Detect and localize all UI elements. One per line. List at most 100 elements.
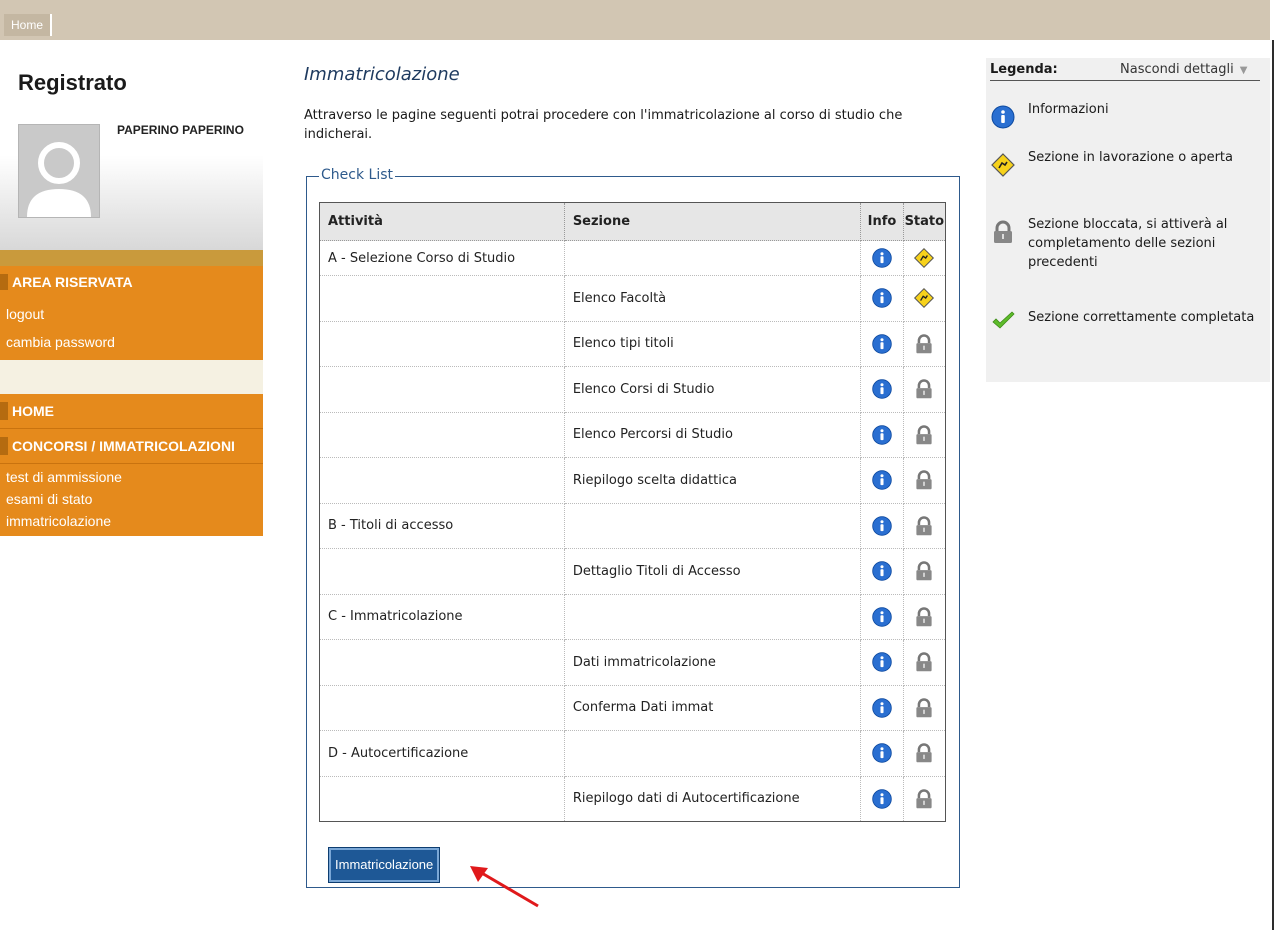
cell-attivita: [319, 639, 565, 686]
cell-attivita: [319, 275, 565, 322]
info-icon[interactable]: [860, 412, 904, 458]
cell-sezione: [564, 730, 862, 777]
cell-sezione: Elenco Facoltà: [564, 275, 862, 322]
legend-panel: Legenda: Nascondi dettagli ▼ Informazioni…: [986, 58, 1270, 382]
registered-title: Registrato: [18, 70, 127, 95]
legend-text-completed: Sezione correttamente completata: [1028, 310, 1255, 325]
cell-attivita: [319, 548, 565, 595]
table-row: C - Immatricolazione: [319, 594, 947, 640]
lock-icon: [903, 321, 947, 367]
header-info: Info: [860, 202, 904, 241]
cell-attivita: [319, 366, 565, 413]
table-row: D - Autocertificazione: [319, 730, 947, 777]
cell-attivita: [319, 776, 565, 822]
legend-text-in-progress: Sezione in lavorazione o aperta: [1028, 150, 1233, 165]
info-icon[interactable]: [860, 776, 904, 822]
lock-icon: [994, 220, 1012, 243]
info-icon[interactable]: [860, 240, 904, 276]
legend-item-locked: Sezione bloccata, si attiverà al complet…: [990, 215, 1260, 272]
user-box: Registrato PAPERINO PAPERINO: [0, 40, 263, 250]
cell-sezione: [564, 594, 862, 640]
hide-details-toggle[interactable]: Nascondi dettagli ▼: [1120, 62, 1247, 77]
checklist-fieldset: Check List Attività Sezione Info Stato A…: [306, 167, 960, 888]
legend-title: Legenda:: [990, 62, 1058, 77]
immatricolazione-link[interactable]: immatricolazione: [0, 510, 263, 532]
info-icon[interactable]: [860, 457, 904, 504]
cell-sezione: Riepilogo dati di Autocertificazione: [564, 776, 862, 822]
lock-icon: [903, 776, 947, 822]
table-row: A - Selezione Corso di Studio: [319, 240, 947, 276]
lock-icon: [903, 730, 947, 777]
cell-sezione: Elenco Corsi di Studio: [564, 366, 862, 413]
info-icon[interactable]: [860, 594, 904, 640]
info-icon[interactable]: [860, 503, 904, 549]
header-stato: Stato: [903, 202, 947, 241]
info-icon[interactable]: [860, 639, 904, 686]
info-icon[interactable]: [860, 321, 904, 367]
cell-sezione: Dati immatricolazione: [564, 639, 862, 686]
table-row: B - Titoli di accesso: [319, 503, 947, 549]
legend-item-info: Informazioni: [990, 100, 1260, 129]
info-icon[interactable]: [860, 366, 904, 413]
top-bar: Home: [0, 0, 1270, 40]
change-password-link[interactable]: cambia password: [0, 328, 263, 356]
logout-link[interactable]: logout: [0, 300, 263, 328]
lock-icon: [903, 366, 947, 413]
info-icon[interactable]: [860, 548, 904, 595]
cell-attivita: B - Titoli di accesso: [319, 503, 565, 549]
esami-stato-link[interactable]: esami di stato: [0, 488, 263, 510]
header-attivita: Attività: [319, 202, 565, 241]
avatar: [18, 124, 100, 218]
table-row: Conferma Dati immat: [319, 685, 947, 731]
cell-sezione: Conferma Dati immat: [564, 685, 862, 731]
in-progress-icon: [903, 275, 947, 322]
nav-concorsi-label: CONCORSI / IMMATRICOLAZIONI: [0, 437, 235, 455]
legend-item-completed: Sezione correttamente completata: [990, 308, 1260, 329]
immatricolazione-button[interactable]: Immatricolazione: [329, 848, 440, 882]
info-icon[interactable]: [860, 730, 904, 777]
test-ammissione-link[interactable]: test di ammissione: [0, 466, 263, 488]
table-row: Elenco Corsi di Studio: [319, 366, 947, 413]
checklist-table: Attività Sezione Info Stato A - Selezion…: [319, 202, 947, 822]
cell-attivita: C - Immatricolazione: [319, 594, 565, 640]
cell-attivita: A - Selezione Corso di Studio: [319, 240, 565, 276]
table-row: Riepilogo scelta didattica: [319, 457, 947, 504]
cell-attivita: [319, 321, 565, 367]
cell-attivita: D - Autocertificazione: [319, 730, 565, 777]
nav-home-label: HOME: [0, 402, 54, 420]
lock-icon: [903, 457, 947, 504]
page-right-border: [1272, 40, 1274, 930]
sidebar-divider: [0, 250, 263, 266]
table-row: Dettaglio Titoli di Accesso: [319, 548, 947, 595]
concorsi-sub-links: test di ammissione esami di stato immatr…: [0, 464, 263, 536]
table-row: Dati immatricolazione: [319, 639, 947, 686]
table-row: Riepilogo dati di Autocertificazione: [319, 776, 947, 822]
red-arrow-annotation: [470, 866, 539, 908]
cell-sezione: Dettaglio Titoli di Accesso: [564, 548, 862, 595]
lock-icon: [903, 503, 947, 549]
cell-attivita: [319, 457, 565, 504]
lock-icon: [903, 594, 947, 640]
lock-icon: [903, 685, 947, 731]
info-icon[interactable]: [860, 685, 904, 731]
info-icon[interactable]: [860, 275, 904, 322]
legend-divider: [990, 80, 1260, 81]
lock-icon: [903, 548, 947, 595]
lock-icon: [903, 412, 947, 458]
cell-sezione: Elenco tipi titoli: [564, 321, 862, 367]
check-icon: [992, 311, 1015, 329]
in-progress-icon: [903, 240, 947, 276]
hide-details-label: Nascondi dettagli: [1120, 62, 1234, 77]
area-riservata-header: AREA RISERVATA: [0, 266, 263, 298]
nav-concorsi[interactable]: CONCORSI / IMMATRICOLAZIONI: [0, 429, 263, 464]
cell-attivita: [319, 685, 565, 731]
table-row: Elenco Facoltà: [319, 275, 947, 322]
user-name: PAPERINO PAPERINO: [117, 123, 244, 137]
legend-item-in-progress: Sezione in lavorazione o aperta: [990, 148, 1260, 177]
legend-text-info: Informazioni: [1028, 102, 1109, 117]
left-sidebar: Registrato PAPERINO PAPERINO AREA RISERV…: [0, 40, 263, 536]
legend-text-locked: Sezione bloccata, si attiverà al complet…: [1028, 217, 1228, 270]
table-row: Elenco Percorsi di Studio: [319, 412, 947, 458]
home-tab[interactable]: Home: [4, 14, 53, 36]
nav-home[interactable]: HOME: [0, 394, 263, 429]
